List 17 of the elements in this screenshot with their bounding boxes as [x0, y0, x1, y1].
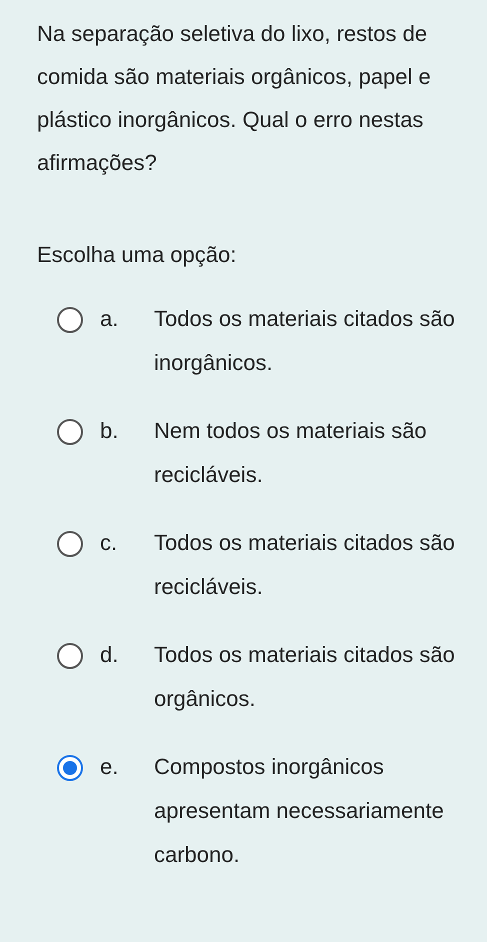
prompt-text: Escolha uma opção: — [37, 241, 238, 269]
option-letter: c. — [100, 529, 118, 557]
option-text: Todos os materiais citados são recicláveis. — [154, 529, 456, 601]
option-text: Todos os materiais citados são orgânicos. — [154, 641, 456, 713]
option-letter: d. — [100, 641, 120, 669]
radio-button[interactable] — [57, 531, 83, 557]
option-letter: a. — [100, 305, 120, 333]
radio-button[interactable] — [57, 307, 83, 333]
option-letter: e. — [100, 753, 120, 781]
radio-button[interactable] — [57, 419, 83, 445]
option-text: Compostos inorgânicos apresentam necessariamente carbono. — [154, 753, 445, 869]
option-text: Todos os materiais citados são inorgânicos. — [154, 305, 456, 377]
option-text: Nem todos os materiais são recicláveis. — [154, 417, 428, 489]
radio-button[interactable] — [57, 755, 83, 781]
option-letter: b. — [100, 417, 120, 445]
radio-button[interactable] — [57, 643, 83, 669]
question-text: Na separação seletiva do lixo, restos de comida são materiais orgânicos, papel e plástico inorgânicos. Qual o erro nestas afirmações? — [37, 20, 432, 177]
